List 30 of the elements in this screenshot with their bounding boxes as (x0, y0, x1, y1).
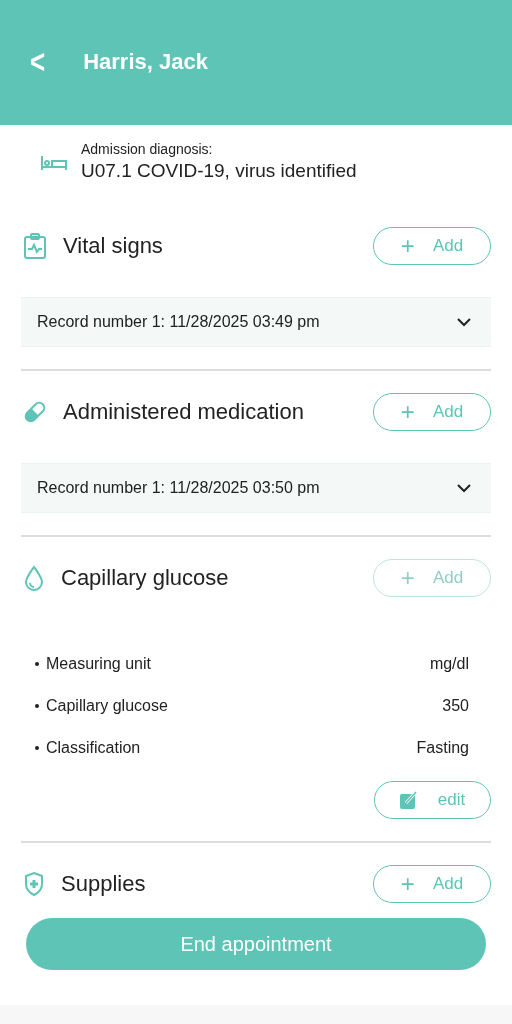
edit-button[interactable]: edit (374, 781, 491, 819)
detail-label: Capillary glucose (46, 697, 169, 715)
bullet-icon (35, 704, 39, 708)
record-row[interactable]: Record number 1: 11/28/2025 03:50 pm (21, 463, 491, 513)
bullet-icon (35, 746, 39, 750)
section-title: Vital signs (63, 233, 164, 259)
add-button[interactable]: + Add (373, 393, 491, 431)
end-appointment-button[interactable]: End appointment (26, 918, 486, 970)
detail-label: Measuring unit (46, 655, 152, 673)
section-title: Administered medication (63, 399, 305, 425)
add-button[interactable]: + Add (373, 227, 491, 265)
edit-icon (399, 791, 418, 809)
section-title: Supplies (61, 871, 147, 897)
shield-plus-icon (23, 871, 45, 897)
patient-name: Harris, Jack (83, 48, 208, 75)
clipboard-chart-icon (23, 233, 47, 259)
add-button[interactable]: + Add (373, 865, 491, 903)
pill-icon (23, 400, 47, 424)
diagnosis-label: Admission diagnosis: (81, 141, 214, 157)
back-button[interactable]: < (30, 41, 46, 82)
bed-icon (41, 155, 67, 171)
bullet-icon (35, 662, 39, 666)
detail-value: mg/dl (429, 655, 469, 673)
drop-icon (23, 565, 45, 591)
section-title: Capillary glucose (61, 565, 230, 591)
detail-value: 350 (442, 697, 469, 715)
detail-label: Classification (46, 739, 142, 757)
record-row[interactable]: Record number 1: 11/28/2025 03:49 pm (21, 297, 491, 347)
detail-value: Fasting (416, 739, 469, 757)
diagnosis-value: U07.1 COVID-19, virus identified (81, 160, 357, 182)
